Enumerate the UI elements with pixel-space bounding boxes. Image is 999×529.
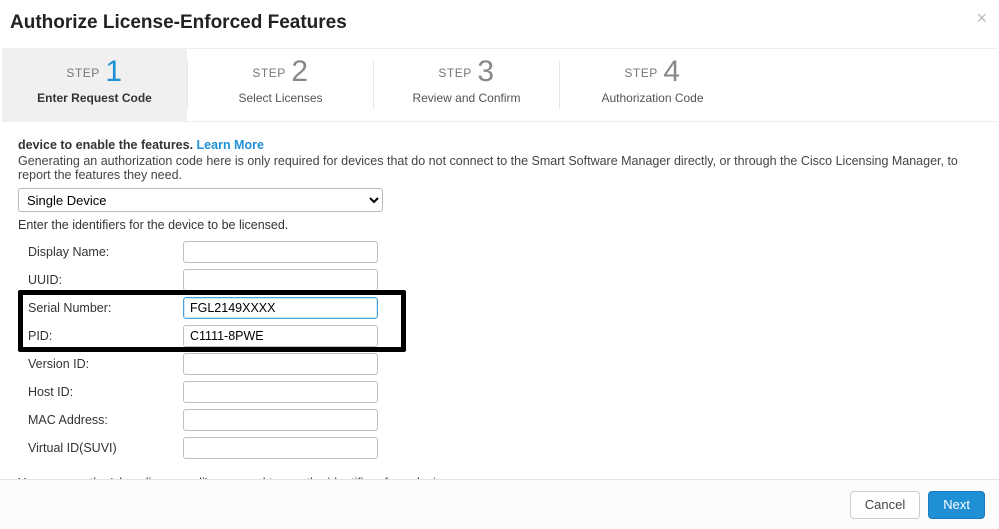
step-2[interactable]: STEP 2 Select Licenses bbox=[188, 49, 373, 121]
uuid-input[interactable] bbox=[183, 269, 378, 291]
dialog-footer: Cancel Next bbox=[0, 479, 999, 529]
pid-label: PID: bbox=[28, 329, 183, 343]
lead-description: Generating an authorization code here is… bbox=[18, 154, 981, 182]
content-area: device to enable the features. Learn Mor… bbox=[0, 122, 999, 490]
step-number: 2 bbox=[291, 55, 308, 89]
learn-more-link[interactable]: Learn More bbox=[197, 138, 264, 152]
step-number: 3 bbox=[477, 55, 494, 89]
version-id-input[interactable] bbox=[183, 353, 378, 375]
step-number: 1 bbox=[105, 55, 122, 89]
step-3[interactable]: STEP 3 Review and Confirm bbox=[374, 49, 559, 121]
display-name-input[interactable] bbox=[183, 241, 378, 263]
step-label: Enter Request Code bbox=[2, 91, 187, 105]
host-id-label: Host ID: bbox=[28, 385, 183, 399]
suvi-input[interactable] bbox=[183, 437, 378, 459]
next-button[interactable]: Next bbox=[928, 491, 985, 519]
step-4[interactable]: STEP 4 Authorization Code bbox=[560, 49, 745, 121]
mac-address-label: MAC Address: bbox=[28, 413, 183, 427]
identifiers-instruction: Enter the identifiers for the device to … bbox=[18, 218, 981, 232]
dialog-title: Authorize License-Enforced Features bbox=[0, 0, 999, 48]
serial-number-input[interactable] bbox=[183, 297, 378, 319]
host-id-input[interactable] bbox=[183, 381, 378, 403]
step-word: STEP bbox=[624, 66, 657, 80]
version-id-label: Version ID: bbox=[28, 357, 183, 371]
step-word: STEP bbox=[66, 66, 99, 80]
step-label: Select Licenses bbox=[188, 91, 373, 105]
serial-number-label: Serial Number: bbox=[28, 301, 183, 315]
step-label: Authorization Code bbox=[560, 91, 745, 105]
step-word: STEP bbox=[252, 66, 285, 80]
close-icon[interactable]: × bbox=[976, 8, 987, 29]
identifiers-form: Display Name: UUID: Serial Number: PID: … bbox=[28, 238, 981, 462]
suvi-label: Virtual ID(SUVI) bbox=[28, 441, 183, 455]
mac-address-input[interactable] bbox=[183, 409, 378, 431]
lead-prefix: device to enable the features. bbox=[18, 138, 193, 152]
step-word: STEP bbox=[438, 66, 471, 80]
step-label: Review and Confirm bbox=[374, 91, 559, 105]
step-1[interactable]: STEP 1 Enter Request Code bbox=[2, 49, 187, 121]
lead-line: device to enable the features. Learn Mor… bbox=[18, 138, 981, 152]
display-name-label: Display Name: bbox=[28, 245, 183, 259]
pid-input[interactable] bbox=[183, 325, 378, 347]
step-number: 4 bbox=[663, 55, 680, 89]
cancel-button[interactable]: Cancel bbox=[850, 491, 920, 519]
stepper: STEP 1 Enter Request Code STEP 2 Select … bbox=[2, 48, 997, 122]
device-type-select[interactable]: Single Device bbox=[18, 188, 383, 212]
uuid-label: UUID: bbox=[28, 273, 183, 287]
